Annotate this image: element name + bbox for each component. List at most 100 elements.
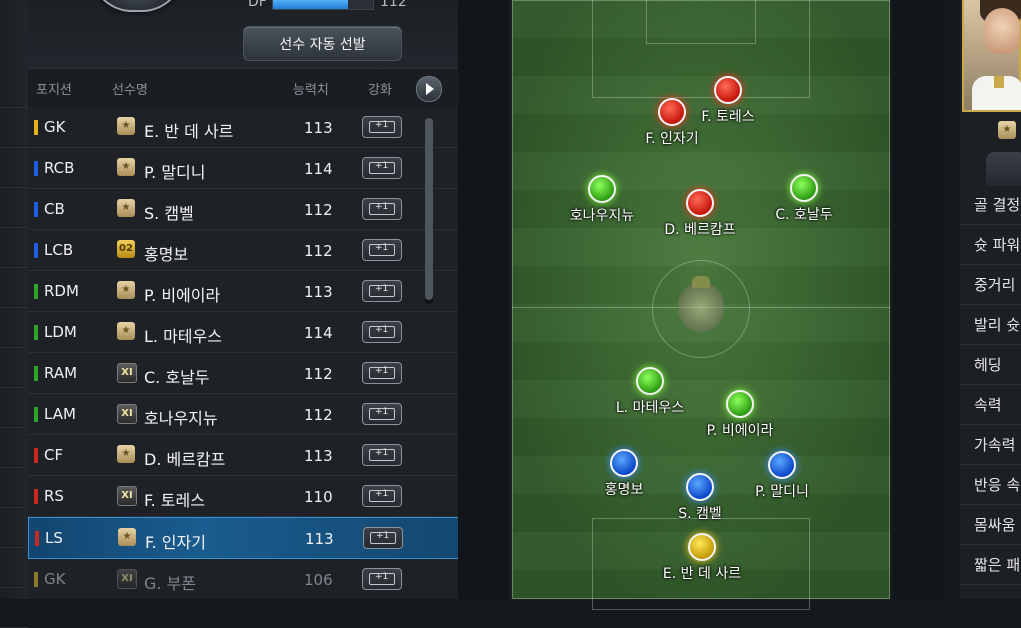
player-token[interactable] [658, 98, 686, 126]
upgrade-button[interactable]: +1 [362, 239, 402, 261]
upgrade-label: +1 [375, 407, 389, 417]
player-overall: 106 [304, 571, 333, 589]
strip-divider [0, 307, 28, 308]
player-token[interactable] [688, 533, 716, 561]
player-overall: 113 [304, 447, 333, 465]
season-badge-icon: ★ [117, 158, 135, 176]
upgrade-label: +1 [375, 448, 389, 458]
strip-divider [0, 467, 28, 468]
strip-divider [0, 147, 28, 148]
season-badge-icon: XI [117, 363, 137, 383]
top-goal-box [646, 0, 756, 44]
player-token[interactable] [790, 174, 818, 202]
strip-divider [0, 387, 28, 388]
player-row[interactable]: LS ★ F. 인자기 113 +1 [28, 517, 458, 559]
attribute-label: 골 결정 [974, 196, 1021, 214]
player-name: P. 말디니 [144, 163, 206, 182]
position-color-bar [34, 572, 38, 587]
player-row[interactable]: CF ★ D. 베르캄프 113 +1 [28, 435, 458, 476]
pitch: F. 토레스 F. 인자기 호나우지뉴 D. 베르캄프 C. 호날두 L. 마테우스 P. … [512, 0, 890, 610]
strip-divider [0, 107, 28, 108]
upgrade-button[interactable]: +1 [362, 485, 402, 507]
attribute-label: 가속력 [974, 436, 1016, 454]
player-overall: 113 [304, 119, 333, 137]
player-overall: 114 [304, 160, 333, 178]
player-position: GK [44, 118, 66, 136]
attribute-row: 발리 슛 [960, 304, 1021, 345]
upgrade-label: +1 [375, 202, 389, 212]
auto-select-button[interactable]: 선수 자동 선발 [243, 26, 402, 61]
position-color-bar [34, 366, 38, 381]
player-row[interactable]: RDM ★ P. 비에이라 113 +1 [28, 271, 458, 312]
position-color-bar [34, 489, 38, 504]
player-token-name: F. 토레스 [701, 109, 755, 125]
upgrade-button[interactable]: +1 [362, 403, 402, 425]
player-overall: 112 [304, 365, 333, 383]
player-token[interactable] [610, 449, 638, 477]
player-token-name: C. 호날두 [775, 207, 833, 223]
player-token[interactable] [636, 367, 664, 395]
upgrade-button[interactable]: +1 [362, 198, 402, 220]
player-token[interactable] [686, 473, 714, 501]
upgrade-button[interactable]: +1 [362, 157, 402, 179]
player-token[interactable] [768, 451, 796, 479]
player-token-name: 호나우지뉴 [569, 208, 635, 224]
upgrade-button[interactable]: +1 [362, 280, 402, 302]
player-position: CF [44, 446, 64, 464]
upgrade-button[interactable]: +1 [363, 527, 403, 549]
player-token[interactable] [686, 189, 714, 217]
player-row[interactable]: LCB 02 홍명보 112 +1 [28, 230, 458, 271]
strip-divider [0, 187, 28, 188]
player-row[interactable]: GK XI G. 부폰 106 +1 [28, 559, 458, 599]
next-page-arrow-icon[interactable] [416, 76, 442, 102]
attribute-row: 헤딩 [960, 344, 1021, 385]
player-name: S. 캠벨 [144, 204, 194, 223]
upgrade-button[interactable]: +1 [362, 568, 402, 590]
player-position: RDM [44, 282, 79, 300]
attribute-row: 가속력 [960, 424, 1021, 465]
roster-panel: DF 112 선수 자동 선발 포지션 선수명 능력치 강화 GK ★ E. 반 데… [28, 0, 459, 599]
player-row[interactable]: GK ★ E. 반 데 사르 113 +1 [28, 107, 458, 148]
upgrade-button[interactable]: +1 [362, 321, 402, 343]
attribute-label: 몸싸움 [974, 516, 1016, 534]
position-color-bar [34, 284, 38, 299]
season-badge-icon: ★ [117, 117, 135, 135]
player-photo [962, 0, 1021, 112]
player-name: 홍명보 [144, 245, 189, 264]
player-token[interactable] [714, 76, 742, 104]
player-row[interactable]: LDM ★ L. 마테우스 114 +1 [28, 312, 458, 353]
player-position: LS [45, 529, 63, 547]
stat-bar [272, 0, 374, 10]
player-token[interactable] [726, 390, 754, 418]
player-row[interactable]: LAM XI 호나우지뉴 112 +1 [28, 394, 458, 435]
player-name: L. 마테우스 [144, 327, 222, 346]
player-row[interactable]: RS XI F. 토레스 110 +1 [28, 476, 458, 517]
player-row[interactable]: RAM XI C. 호날두 112 +1 [28, 353, 458, 394]
player-position: RCB [44, 159, 75, 177]
roster-top-area: DF 112 선수 자동 선발 [28, 0, 458, 68]
player-overall: 112 [304, 242, 333, 260]
player-token-name: E. 반 데 사르 [662, 566, 742, 582]
upgrade-button[interactable]: +1 [362, 444, 402, 466]
player-name: F. 토레스 [144, 491, 205, 510]
player-token-name: P. 말디니 [755, 484, 809, 500]
attribute-label: 발리 슛 [974, 316, 1021, 334]
attribute-label: 짧은 패 [974, 556, 1021, 574]
detail-side-strip [944, 0, 960, 599]
upgrade-button[interactable]: +1 [362, 362, 402, 384]
scrollbar[interactable] [425, 118, 433, 304]
position-color-bar [34, 202, 38, 217]
attribute-label: 헤딩 [974, 356, 1002, 374]
player-row[interactable]: RCB ★ P. 말디니 114 +1 [28, 148, 458, 189]
upgrade-label: +1 [375, 284, 389, 294]
player-name: D. 베르캄프 [144, 450, 226, 469]
player-token[interactable] [588, 175, 616, 203]
scrollbar-thumb[interactable] [425, 118, 433, 300]
stat-label: DF [248, 0, 267, 10]
player-row[interactable]: CB ★ S. 캠벨 112 +1 [28, 189, 458, 230]
detail-tab[interactable] [986, 152, 1021, 186]
upgrade-button[interactable]: +1 [362, 116, 402, 138]
stat-bar-fill [273, 0, 348, 9]
upgrade-label: +1 [375, 243, 389, 253]
season-badge-icon: ★ [117, 199, 135, 217]
